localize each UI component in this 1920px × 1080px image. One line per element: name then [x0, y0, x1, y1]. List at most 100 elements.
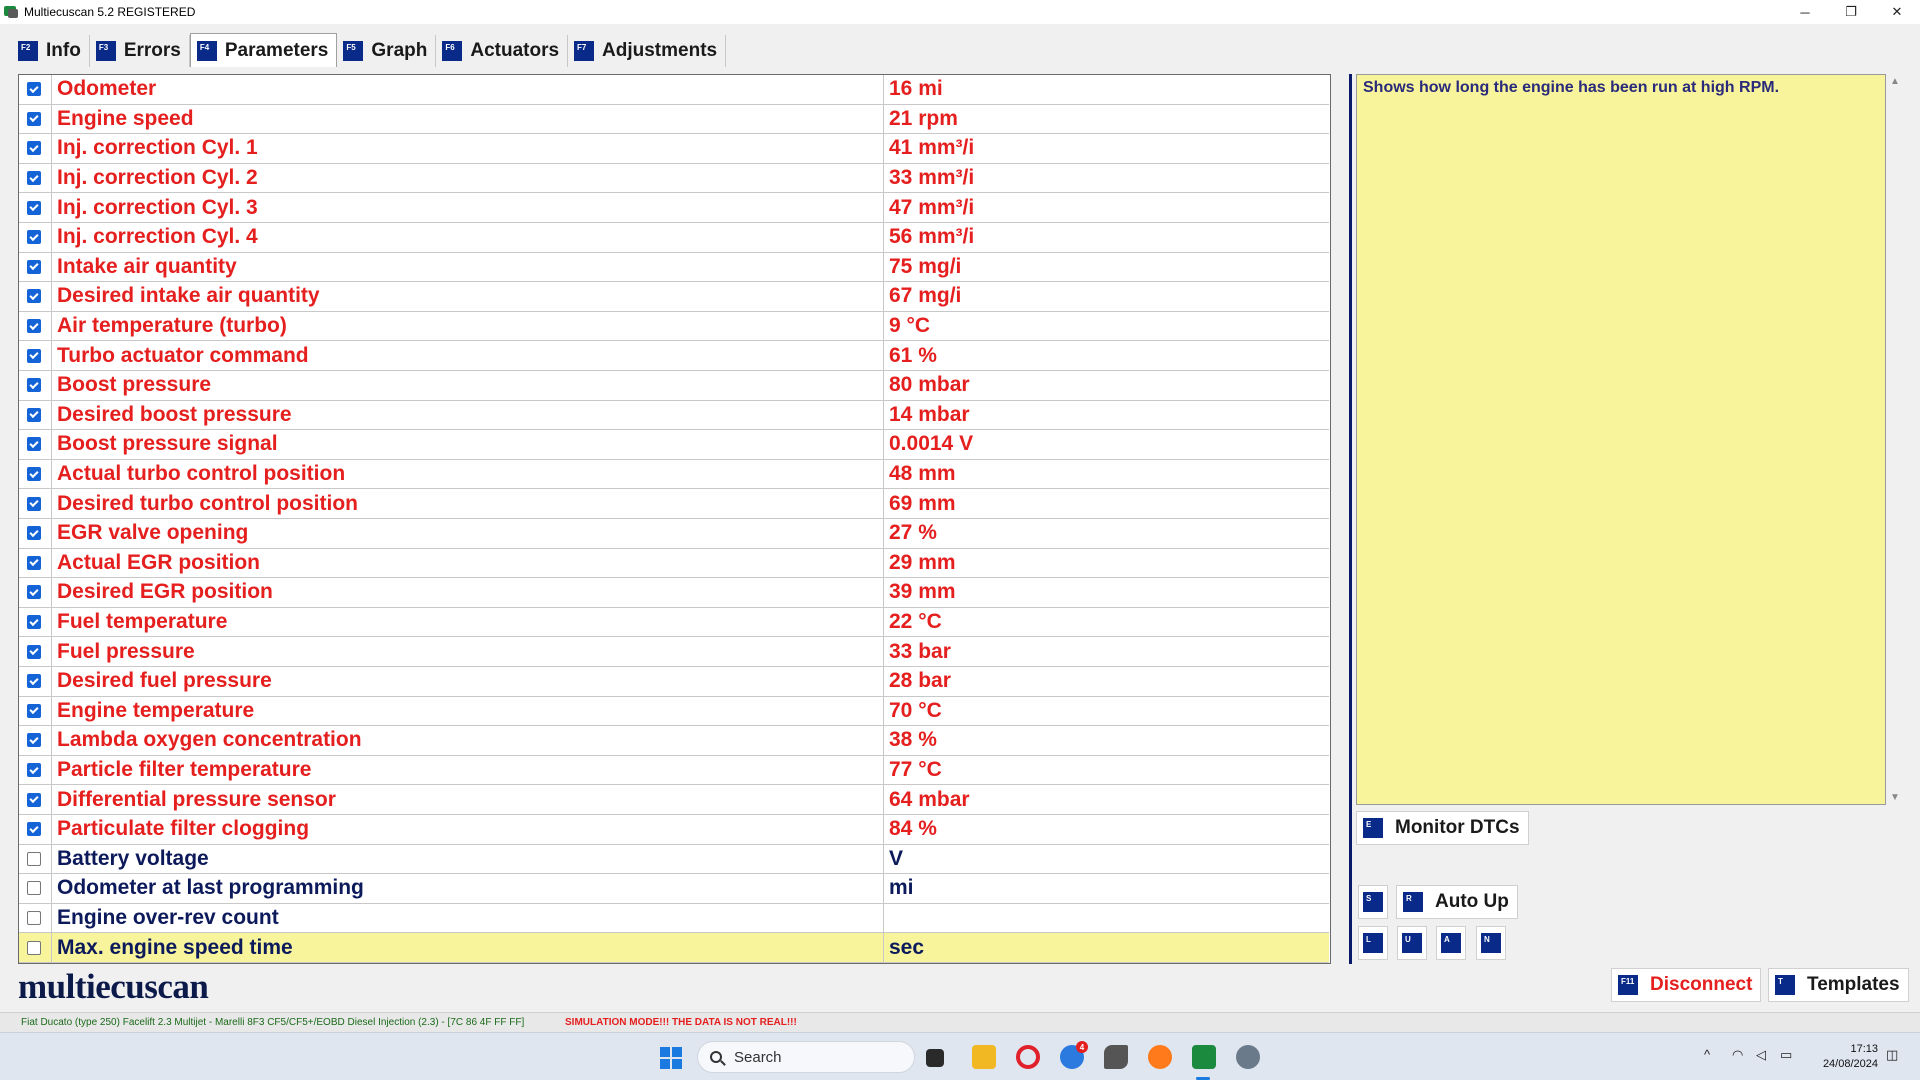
minimize-button[interactable]: ─ [1782, 0, 1828, 24]
chat-app-icon[interactable]: 4 [1060, 1041, 1088, 1069]
table-row[interactable]: Particle filter temperature 77 °C [19, 756, 1329, 786]
disconnect-button[interactable]: F11 Disconnect [1611, 968, 1762, 1002]
table-row[interactable]: Odometer at last programming mi [19, 874, 1329, 904]
parameter-checkbox[interactable] [27, 763, 41, 778]
auto-up-button[interactable]: R Auto Up [1396, 885, 1518, 919]
firefox-icon[interactable] [1148, 1045, 1172, 1069]
volume-icon[interactable]: ◁ [1756, 1047, 1766, 1063]
tab-info[interactable]: F2 Info [12, 35, 90, 67]
panel-splitter[interactable] [1349, 74, 1352, 964]
taskbar-search[interactable]: Search [697, 1041, 915, 1073]
table-row[interactable]: Actual EGR position 29 mm [19, 549, 1329, 579]
table-row[interactable]: Engine speed 21 rpm [19, 105, 1329, 135]
scroll-down-arrow-icon[interactable]: ▼ [1890, 792, 1900, 803]
restore-button[interactable]: ❐ [1828, 0, 1874, 24]
file-explorer-icon[interactable] [972, 1045, 996, 1069]
parameter-checkbox[interactable] [27, 881, 41, 896]
parameter-checkbox[interactable] [27, 644, 41, 659]
table-row[interactable]: Engine over-rev count [19, 904, 1329, 934]
parameter-checkbox[interactable] [27, 289, 41, 304]
table-row[interactable]: Desired turbo control position 69 mm [19, 489, 1329, 519]
tab-label: Adjustments [602, 40, 718, 61]
l-button[interactable]: L [1358, 926, 1388, 960]
parameter-checkbox[interactable] [27, 82, 41, 97]
parameter-checkbox[interactable] [27, 911, 41, 926]
parameter-checkbox[interactable] [27, 822, 41, 837]
parameter-checkbox[interactable] [27, 615, 41, 630]
parameter-checkbox[interactable] [27, 378, 41, 393]
notifications-icon[interactable]: ◫ [1886, 1047, 1898, 1063]
tab-graph[interactable]: F5 Graph [337, 35, 437, 67]
table-row[interactable]: Desired fuel pressure 28 bar [19, 667, 1329, 697]
table-row[interactable]: Desired intake air quantity 67 mg/i [19, 282, 1329, 312]
table-row[interactable]: Particulate filter clogging 84 % [19, 815, 1329, 845]
taskbar-clock[interactable]: 17:13 24/08/2024 [1808, 1042, 1878, 1072]
parameter-checkbox[interactable] [27, 407, 41, 422]
multiecuscan-taskbar-icon[interactable] [1192, 1045, 1216, 1069]
parameter-checkbox[interactable] [27, 792, 41, 807]
parameter-checkbox[interactable] [27, 437, 41, 452]
tray-chevron-icon[interactable]: ^ [1704, 1047, 1710, 1062]
tab-parameters[interactable]: F4 Parameters [189, 33, 338, 67]
scroll-up-arrow-icon[interactable]: ▲ [1890, 76, 1900, 87]
table-row[interactable]: Desired boost pressure 14 mbar [19, 401, 1329, 431]
table-row[interactable]: Battery voltage V [19, 845, 1329, 875]
u-button[interactable]: U [1397, 926, 1427, 960]
parameter-checkbox[interactable] [27, 496, 41, 511]
parameter-checkbox[interactable] [27, 348, 41, 363]
windows-start-icon[interactable] [660, 1047, 682, 1069]
table-row[interactable]: Boost pressure 80 mbar [19, 371, 1329, 401]
table-row[interactable]: Fuel temperature 22 °C [19, 608, 1329, 638]
table-row[interactable]: Desired EGR position 39 mm [19, 578, 1329, 608]
parameter-checkbox[interactable] [27, 526, 41, 541]
s-button[interactable]: S [1358, 885, 1388, 919]
table-row[interactable]: Turbo actuator command 61 % [19, 341, 1329, 371]
battery-icon[interactable]: ▭ [1780, 1047, 1792, 1063]
parameter-checkbox[interactable] [27, 851, 41, 866]
opera-icon[interactable] [1016, 1045, 1040, 1069]
parameter-checkbox[interactable] [27, 733, 41, 748]
a-button[interactable]: A [1436, 926, 1466, 960]
n-button[interactable]: N [1476, 926, 1506, 960]
table-row[interactable]: Odometer 16 mi [19, 75, 1329, 105]
tab-errors[interactable]: F3 Errors [89, 35, 190, 67]
table-row[interactable]: Boost pressure signal 0.0014 V [19, 430, 1329, 460]
table-row[interactable]: Inj. correction Cyl. 1 41 mm³/i [19, 134, 1329, 164]
close-button[interactable]: ✕ [1874, 0, 1920, 24]
parameter-checkbox[interactable] [27, 171, 41, 186]
table-row[interactable]: EGR valve opening 27 % [19, 519, 1329, 549]
parameter-value: 75 mg/i [889, 254, 962, 278]
table-row[interactable]: Max. engine speed time sec [19, 933, 1329, 963]
monitor-dtcs-button[interactable]: E Monitor DTCs [1356, 811, 1529, 845]
table-row[interactable]: Air temperature (turbo) 9 °C [19, 312, 1329, 342]
table-row[interactable]: Fuel pressure 33 bar [19, 637, 1329, 667]
tab-adjustments[interactable]: F7 Adjustments [568, 35, 727, 67]
parameter-checkbox[interactable] [27, 940, 41, 955]
table-row[interactable]: Differential pressure sensor 64 mbar [19, 785, 1329, 815]
parameter-checkbox[interactable] [27, 111, 41, 126]
parameter-checkbox[interactable] [27, 467, 41, 482]
table-row[interactable]: Actual turbo control position 48 mm [19, 460, 1329, 490]
table-row[interactable]: Intake air quantity 75 mg/i [19, 253, 1329, 283]
parameter-checkbox[interactable] [27, 230, 41, 245]
tab-actuators[interactable]: F6 Actuators [436, 35, 569, 67]
parameter-checkbox[interactable] [27, 259, 41, 274]
parameter-checkbox[interactable] [27, 703, 41, 718]
table-row[interactable]: Inj. correction Cyl. 4 56 mm³/i [19, 223, 1329, 253]
templates-button[interactable]: T Templates [1768, 968, 1909, 1002]
parameter-checkbox[interactable] [27, 141, 41, 156]
parameter-checkbox[interactable] [27, 200, 41, 215]
table-row[interactable]: Lambda oxygen concentration 38 % [19, 726, 1329, 756]
task-view-icon[interactable] [926, 1049, 944, 1067]
wifi-icon[interactable]: ◠ [1732, 1047, 1743, 1063]
parameter-checkbox[interactable] [27, 319, 41, 334]
parameter-checkbox[interactable] [27, 555, 41, 570]
settings-icon[interactable] [1236, 1045, 1260, 1069]
parameter-checkbox[interactable] [27, 674, 41, 689]
parameter-checkbox[interactable] [27, 585, 41, 600]
table-row[interactable]: Inj. correction Cyl. 3 47 mm³/i [19, 193, 1329, 223]
table-row[interactable]: Engine temperature 70 °C [19, 697, 1329, 727]
f7-key-icon: F7 [574, 41, 595, 61]
table-row[interactable]: Inj. correction Cyl. 2 33 mm³/i [19, 164, 1329, 194]
app-icon[interactable] [1104, 1045, 1128, 1069]
